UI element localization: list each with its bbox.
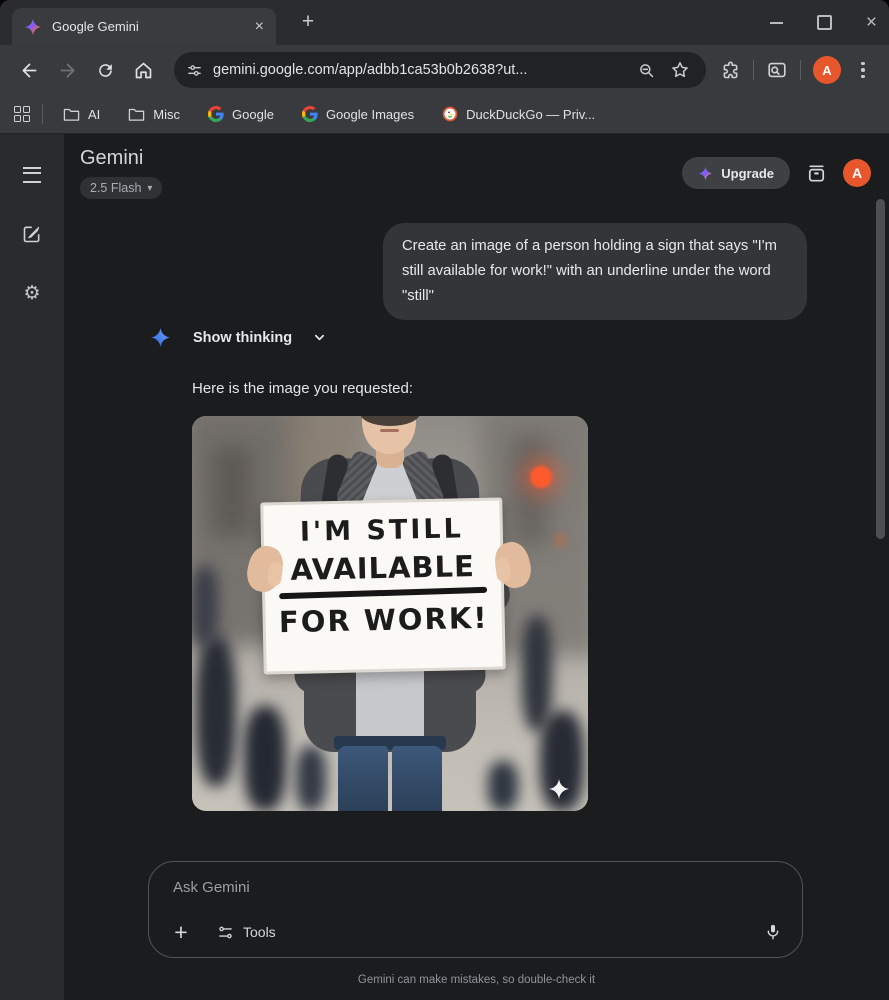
show-thinking-label: Show thinking [193,329,293,346]
blurred-window [212,446,252,536]
bookmarks-bar: AI Misc Google Google Images DuckDuckGo … [0,95,889,134]
bookmark-folder-ai[interactable]: AI [55,103,108,126]
toolbar-right: A [720,56,877,84]
chat-history-icon[interactable] [805,162,828,185]
gemini-sparkle-icon [150,327,171,348]
model-selector[interactable]: 2.5 Flash ▾ [80,177,163,199]
gemini-app: ⚙ Gemini 2.5 Flash ▾ Upgrade A Create an… [0,134,889,1000]
add-attachment-button[interactable]: + [169,920,193,944]
window-close-icon[interactable]: × [866,13,877,32]
gear-icon: ⚙ [23,282,41,304]
browser-window: Google Gemini × + × gemini.google.com/ap… [0,0,889,1000]
blurred-window [512,436,548,546]
person-leg [392,746,442,811]
blurred-pedestrian [192,566,218,646]
page-title: Gemini [80,147,144,169]
bookmarks-divider [42,104,43,124]
person-leg [338,746,388,811]
prompt-composer[interactable]: + Tools [148,861,803,958]
tools-button[interactable]: Tools [217,924,276,941]
blurred-pedestrian [244,706,286,811]
gemini-favicon-icon [24,18,42,36]
show-thinking-row[interactable]: Show thinking [150,327,327,348]
sign-line-2: AVAILABLE [290,549,476,587]
person-mouth [380,429,399,432]
generated-image[interactable]: I'M STILL AVAILABLE FOR WORK! [192,416,588,811]
blurred-pedestrian [522,616,552,731]
back-button[interactable] [12,53,46,87]
browser-profile-avatar[interactable]: A [813,56,841,84]
minimize-icon[interactable] [769,21,783,24]
prompt-input[interactable] [171,878,735,897]
held-sign: I'M STILL AVAILABLE FOR WORK! [260,497,506,675]
tools-sliders-icon [219,926,232,938]
new-chat-icon [23,226,40,243]
bookmark-duckduckgo[interactable]: DuckDuckGo — Priv... [434,102,603,126]
microphone-icon [767,924,779,940]
blurred-pedestrian [296,746,326,811]
address-bar[interactable]: gemini.google.com/app/adbb1ca53b0b2638?u… [174,52,706,88]
tab-close-icon[interactable]: × [253,18,266,35]
toolbar-divider [753,60,754,80]
tab-bar: Google Gemini × + × [0,0,889,45]
settings-button[interactable]: ⚙ [12,273,52,313]
url-text[interactable]: gemini.google.com/app/adbb1ca53b0b2638?u… [213,62,637,78]
new-chat-button[interactable] [12,214,52,254]
side-panel-search-icon[interactable] [766,59,788,81]
gemini-sidebar: ⚙ [0,134,64,1000]
reload-button[interactable] [88,53,122,87]
chevron-down-icon [312,330,327,345]
traffic-light-glow [554,534,566,546]
gemini-watermark-icon [548,778,570,800]
hamburger-icon [23,167,41,183]
user-message-bubble: Create an image of a person holding a si… [383,223,807,320]
window-controls: × [769,0,877,45]
sign-line-3: FOR WORK! [278,600,489,640]
traffic-light-glow [530,466,552,488]
sparkle-icon [698,166,713,180]
browser-menu-icon[interactable] [853,61,873,79]
home-button[interactable] [126,53,160,87]
site-settings-icon[interactable] [186,62,203,79]
scrollbar-thumb[interactable] [876,199,885,539]
new-tab-button[interactable]: + [296,10,320,34]
bookmark-folder-misc[interactable]: Misc [120,103,188,126]
zoom-indicator-icon[interactable] [637,61,656,80]
upgrade-button[interactable]: Upgrade [682,157,790,189]
forward-button[interactable] [50,53,84,87]
extensions-icon[interactable] [720,60,741,81]
main-menu-button[interactable] [12,155,52,195]
browser-toolbar: gemini.google.com/app/adbb1ca53b0b2638?u… [0,45,889,95]
gemini-main: Gemini 2.5 Flash ▾ Upgrade A Create an i… [64,134,889,1000]
tab-title: Google Gemini [52,19,139,34]
bookmark-google-images[interactable]: Google Images [294,102,422,126]
apps-grid-icon[interactable] [14,106,30,122]
account-avatar[interactable]: A [843,159,871,187]
browser-tab[interactable]: Google Gemini × [12,8,276,45]
maximize-icon[interactable] [816,15,832,30]
bookmark-google[interactable]: Google [200,102,282,126]
chevron-down-icon: ▾ [147,182,153,194]
sign-underline [279,586,488,600]
toolbar-divider [800,60,801,80]
blurred-pedestrian [488,761,518,811]
response-intro-text: Here is the image you requested: [192,380,413,397]
blurred-pedestrian [196,636,236,786]
mic-button[interactable] [764,923,782,941]
bookmark-star-icon[interactable] [670,60,690,80]
sign-line-1: I'M STILL [299,513,465,548]
disclaimer-text: Gemini can make mistakes, so double-chec… [357,974,596,986]
